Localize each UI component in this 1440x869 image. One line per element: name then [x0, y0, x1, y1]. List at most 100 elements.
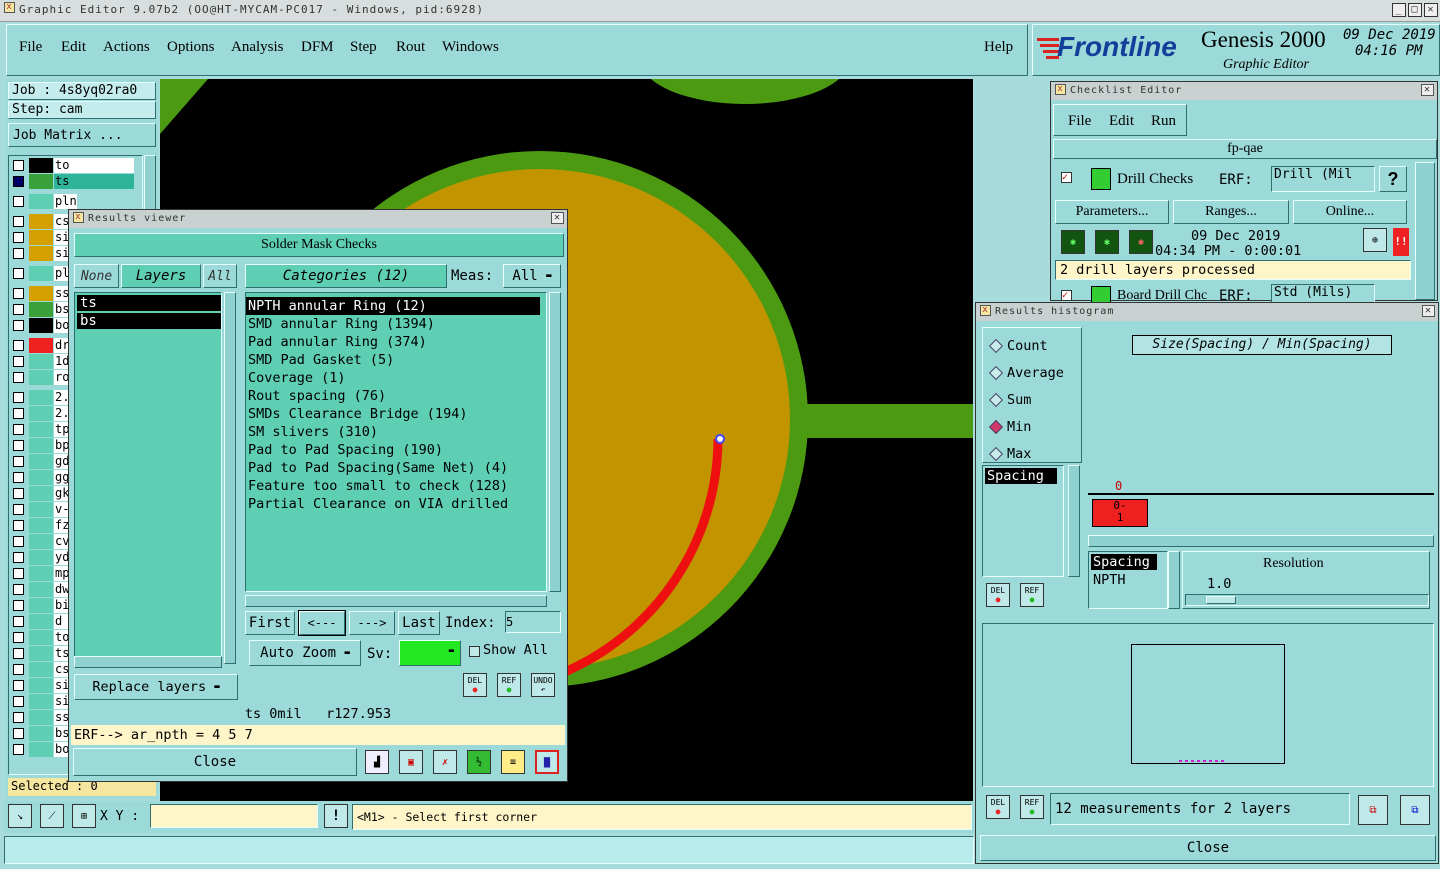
layer-color-swatch[interactable] [29, 598, 53, 613]
category-item[interactable]: Pad to Pad Spacing(Same Net) (4) [246, 459, 540, 477]
option-max[interactable]: Max [1007, 446, 1031, 462]
hist-npth-item[interactable]: NPTH [1093, 572, 1126, 588]
field-list-scrollbar[interactable] [1068, 465, 1080, 577]
radio-min-icon[interactable] [988, 419, 1004, 435]
layer-color-swatch[interactable] [29, 630, 53, 645]
layer-checkbox[interactable] [13, 728, 24, 739]
run-selected-icon[interactable]: ✱ [1095, 230, 1119, 254]
del-button[interactable]: DEL ● [463, 673, 487, 697]
layer-checkbox[interactable] [13, 680, 24, 691]
layer-color-swatch[interactable] [29, 354, 53, 369]
ref-button[interactable]: REF ● [497, 673, 521, 697]
menu-edit[interactable]: Edit [61, 39, 86, 56]
radio-count-icon[interactable] [988, 338, 1004, 354]
layers-none-button[interactable]: None [74, 264, 119, 288]
radio-average-icon[interactable] [988, 365, 1004, 381]
layer-checkbox[interactable] [13, 232, 24, 243]
layer-color-swatch[interactable] [29, 614, 53, 629]
board-drill-checkbox[interactable]: ✓ [1061, 290, 1072, 301]
layer-color-swatch[interactable] [29, 566, 53, 581]
meas-dropdown[interactable]: All ▬ [503, 264, 561, 288]
show-all-checkbox[interactable] [469, 646, 480, 657]
layer-color-swatch[interactable] [29, 502, 53, 517]
layer-checkbox[interactable] [13, 712, 24, 723]
category-item[interactable]: Rout spacing (76) [246, 387, 540, 405]
radio-sum-icon[interactable] [988, 392, 1004, 408]
zoom-all-icon[interactable]: ⧉ [1400, 795, 1430, 825]
layer-checkbox[interactable] [13, 616, 24, 627]
ranges-button[interactable]: Ranges... [1173, 200, 1289, 224]
option-min[interactable]: Min [1007, 419, 1031, 435]
layer-checkbox[interactable] [13, 356, 24, 367]
layer-row[interactable]: to [9, 158, 142, 174]
layer-checkbox[interactable] [13, 176, 24, 187]
histogram-field-spacing[interactable]: Spacing [985, 468, 1057, 484]
layers-all-button[interactable]: All [203, 264, 237, 288]
grid-icon[interactable]: ⊞ [72, 804, 96, 828]
layer-color-swatch[interactable] [29, 338, 53, 353]
spacing-list-scrollbar[interactable] [1168, 551, 1180, 609]
option-average[interactable]: Average [1007, 365, 1064, 381]
layer-checkbox[interactable] [13, 216, 24, 227]
maximize-icon[interactable]: □ [1408, 3, 1422, 17]
histogram-hscroll[interactable] [1088, 535, 1434, 547]
layer-checkbox[interactable] [13, 372, 24, 383]
online-button[interactable]: Online... [1293, 200, 1407, 224]
checklist-menu-edit[interactable]: Edit [1109, 113, 1134, 130]
measure-icon[interactable]: ⟋ [40, 804, 64, 828]
layer-color-swatch[interactable] [29, 742, 53, 757]
hist-spacing-item[interactable]: Spacing [1091, 554, 1157, 570]
layers-toggle-button[interactable]: Layers [121, 264, 201, 288]
category-item[interactable]: NPTH annular Ring (12) [246, 297, 540, 315]
layer-checkbox[interactable] [13, 340, 24, 351]
layer-color-swatch[interactable] [29, 302, 53, 317]
layer-color-swatch[interactable] [29, 534, 53, 549]
category-item[interactable]: SM slivers (310) [246, 423, 540, 441]
layer-checkbox[interactable] [13, 196, 24, 207]
category-item[interactable]: Coverage (1) [246, 369, 540, 387]
parameters-button[interactable]: Parameters... [1055, 200, 1169, 224]
preview-ref-button[interactable]: REF ● [1020, 795, 1044, 819]
layer-color-swatch[interactable] [29, 438, 53, 453]
layer-color-swatch[interactable] [29, 646, 53, 661]
layer-color-swatch[interactable] [29, 582, 53, 597]
layer-row[interactable]: ts [9, 174, 142, 190]
layer-list-hscroll[interactable] [74, 656, 222, 668]
menu-step[interactable]: Step [350, 39, 377, 56]
report-icon[interactable]: ▣ [399, 750, 423, 774]
layer-color-swatch[interactable] [29, 710, 53, 725]
checklist-menu-run[interactable]: Run [1151, 113, 1176, 130]
drill-checks-checkbox[interactable]: ✓ [1061, 172, 1072, 183]
option-sum[interactable]: Sum [1007, 392, 1031, 408]
layer-color-swatch[interactable] [29, 318, 53, 333]
category-item[interactable]: Pad to Pad Spacing (190) [246, 441, 540, 459]
layer-list-scrollbar[interactable] [224, 292, 236, 664]
category-item[interactable]: SMD annular Ring (1394) [246, 315, 540, 333]
layer-color-swatch[interactable] [29, 266, 53, 281]
layer-checkbox[interactable] [13, 456, 24, 467]
category-item[interactable]: Partial Clearance on VIA drilled [246, 495, 540, 513]
layer-checkbox[interactable] [13, 648, 24, 659]
resolution-slider-thumb[interactable] [1206, 596, 1236, 604]
layer-checkbox[interactable] [13, 552, 24, 563]
index-input[interactable] [505, 611, 561, 633]
layer-checkbox[interactable] [13, 504, 24, 515]
radio-max-icon[interactable] [988, 446, 1004, 462]
layer-color-swatch[interactable] [29, 726, 53, 741]
zoom-icon[interactable]: ↘ [8, 804, 32, 828]
magnify-icon[interactable]: ⊕ [1363, 228, 1387, 252]
checklist-close-icon[interactable]: ✕ [1421, 84, 1434, 96]
help-button[interactable]: ? [1379, 166, 1407, 192]
run-stop-icon[interactable]: ✱ [1129, 230, 1153, 254]
replace-layers-dropdown[interactable]: Replace layers ▬ [74, 674, 238, 700]
numbers-icon[interactable]: ½ [467, 750, 491, 774]
alert-icon[interactable]: ! [324, 804, 348, 828]
results-viewer-close-icon[interactable]: ✕ [551, 212, 564, 224]
zoom-result-icon[interactable]: ⧉ [1358, 795, 1388, 825]
layer-color-swatch[interactable] [29, 678, 53, 693]
close-icon[interactable]: ✕ [1424, 3, 1438, 17]
results-close-button[interactable]: Close [73, 748, 357, 776]
categories-toggle-button[interactable]: Categories (12) [245, 264, 447, 288]
run-icon[interactable]: ✱ [1061, 230, 1085, 254]
menu-analysis[interactable]: Analysis [231, 39, 284, 56]
